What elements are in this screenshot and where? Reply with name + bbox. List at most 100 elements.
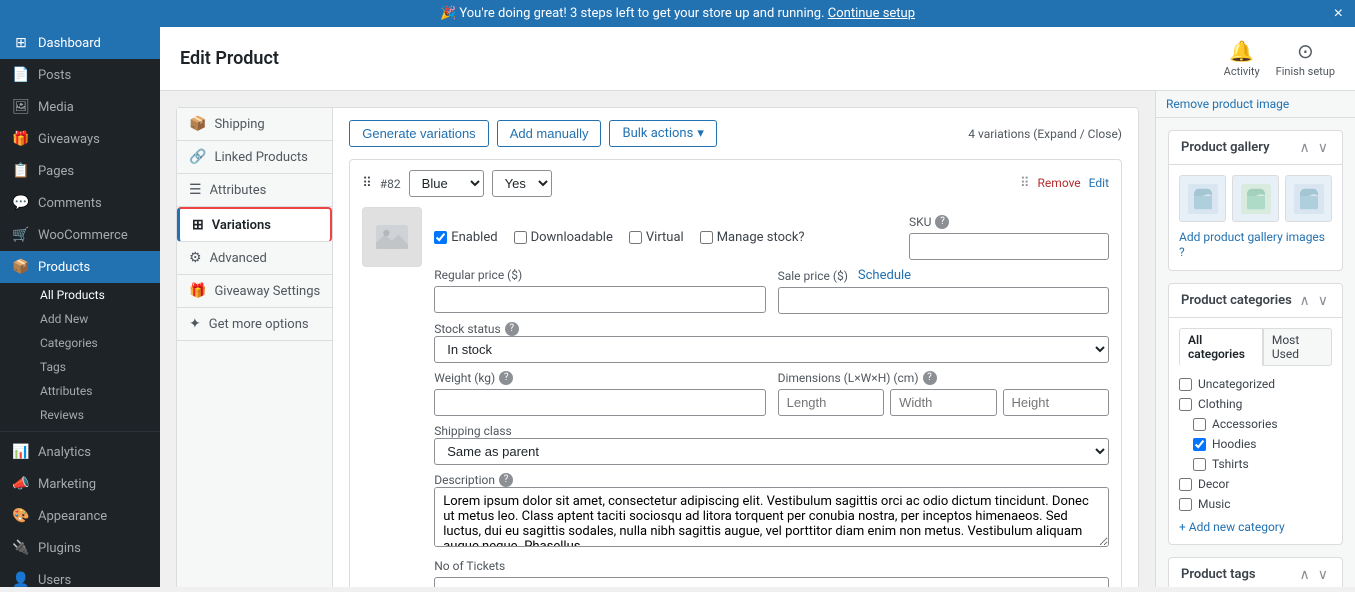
length-input[interactable] [778,389,884,416]
shipping-class-select[interactable]: Same as parent Flat rate [434,438,1109,465]
submenu-categories[interactable]: Categories [30,331,160,355]
stock-status-select[interactable]: In stock Out of stock [434,336,1109,363]
categories-close-button[interactable]: ∨ [1316,292,1330,309]
dimensions-inner [778,389,1109,416]
width-input[interactable] [890,389,996,416]
wp-layout: ⊞ Dashboard 📄 Posts 🖼 Media 🎁 Giveaways … [0,27,1355,587]
sidebar-item-products[interactable]: 📦 Products [0,251,160,283]
add-manually-button[interactable]: Add manually [497,120,602,147]
variation-number: #82 [380,177,401,191]
bulk-actions-dropdown[interactable]: Bulk actions ▾ [609,120,716,147]
categories-collapse-button[interactable]: ∧ [1298,292,1312,309]
notification-text: 🎉 You're doing great! 3 steps left to ge… [440,6,915,21]
tab-giveaway-settings[interactable]: 🎁 Giveaway Settings [177,275,332,308]
submenu-attributes[interactable]: Attributes [30,379,160,403]
tags-collapse-button[interactable]: ∧ [1298,566,1312,583]
sku-input[interactable]: woo-hoodie-blue-logo [909,233,1109,260]
finish-setup-button[interactable]: ⊙ Finish setup [1276,39,1335,78]
tab-more-options[interactable]: ✦ Get more options [177,308,332,341]
manage-stock-checkbox[interactable] [700,231,713,244]
gallery-thumb-1[interactable] [1179,175,1226,222]
submenu-add-new[interactable]: Add New [30,307,160,331]
variation-status-select[interactable]: Yes No [492,170,552,197]
remove-variation-link[interactable]: Remove [1038,176,1081,191]
schedule-link[interactable]: Schedule [858,268,911,283]
category-hoodies-checkbox[interactable] [1193,438,1206,451]
main-content: Edit Product 🔔 Activity ⊙ Finish setup [160,27,1355,587]
virtual-checkbox[interactable] [629,231,642,244]
regular-price-input[interactable]: 45 [434,286,765,313]
sidebar-item-users[interactable]: 👤 Users [0,564,160,587]
gallery-thumb-3[interactable] [1285,175,1332,222]
variation-color-select[interactable]: Blue Green Red [409,170,484,197]
downloadable-checkbox-label[interactable]: Downloadable [514,230,613,245]
header-actions: 🔔 Activity ⊙ Finish setup [1224,39,1335,78]
sale-price-input[interactable] [778,287,1109,314]
sidebar-item-marketing[interactable]: 📣 Marketing [0,468,160,500]
variation-actions: ⠿ Remove Edit [1020,176,1109,191]
remove-product-image-link[interactable]: Remove product image [1156,91,1355,118]
sidebar-item-giveaways[interactable]: 🎁 Giveaways [0,123,160,155]
manage-stock-checkbox-label[interactable]: Manage stock? [700,230,805,245]
variation-header: ⠿ #82 Blue Green Red Yes No [362,170,1109,197]
activity-button[interactable]: 🔔 Activity [1224,39,1260,78]
sidebar-item-media[interactable]: 🖼 Media [0,91,160,123]
sidebar-item-dashboard[interactable]: ⊞ Dashboard [0,27,160,59]
tab-variations[interactable]: ⊞ Variations [177,207,332,242]
gallery-close-button[interactable]: ∨ [1316,139,1330,156]
category-uncategorized-checkbox[interactable] [1179,378,1192,391]
sidebar-item-woocommerce[interactable]: 🛒 WooCommerce [0,219,160,251]
generate-variations-button[interactable]: Generate variations [349,120,488,147]
height-input[interactable] [1003,389,1109,416]
tab-advanced[interactable]: ⚙ Advanced [177,242,332,275]
category-accessories-checkbox[interactable] [1193,418,1206,431]
gallery-collapse-button[interactable]: ∧ [1298,139,1312,156]
weight-input[interactable] [434,389,765,416]
enabled-checkbox-label[interactable]: Enabled [434,230,497,245]
enabled-checkbox[interactable] [434,231,447,244]
notification-close-button[interactable]: × [1334,5,1343,23]
tab-content-area: Generate variations Add manually Bulk ac… [333,108,1138,587]
weight-label: Weight (kg) ? [434,371,765,385]
weight-help-icon: ? [499,371,513,385]
category-music-checkbox[interactable] [1179,498,1192,511]
add-gallery-link[interactable]: Add product gallery images ? [1179,230,1325,259]
tags-close-button[interactable]: ∨ [1316,566,1330,583]
sidebar-item-comments[interactable]: 💬 Comments [0,187,160,219]
sidebar-item-analytics[interactable]: 📊 Analytics [0,436,160,468]
giveaways-icon: 🎁 [12,131,30,147]
variation-image[interactable] [362,207,422,267]
sidebar-item-pages[interactable]: 📋 Pages [0,155,160,187]
tab-linked-products[interactable]: 🔗 Linked Products [177,141,332,174]
tab-attributes[interactable]: ☰ Attributes [177,174,332,207]
edit-variation-link[interactable]: Edit [1089,176,1109,191]
no-tickets-input[interactable]: 2 [434,577,1109,587]
description-textarea[interactable]: Lorem ipsum dolor sit amet, consectetur … [434,487,1109,547]
users-icon: 👤 [12,572,30,587]
submenu-all-products[interactable]: All Products [30,283,160,307]
all-categories-tab[interactable]: All categories [1179,328,1263,366]
finish-setup-icon: ⊙ [1297,39,1314,63]
submenu-tags[interactable]: Tags [30,355,160,379]
content-wrapper: 📦 Shipping 🔗 Linked Products ☰ Attribute… [160,91,1355,587]
category-clothing-checkbox[interactable] [1179,398,1192,411]
continue-setup-link[interactable]: Continue setup [828,6,915,21]
submenu-reviews[interactable]: Reviews [30,403,160,427]
category-decor: Decor [1179,474,1332,494]
sidebar-item-posts[interactable]: 📄 Posts [0,59,160,91]
tab-shipping[interactable]: 📦 Shipping [177,108,332,141]
category-tshirts-checkbox[interactable] [1193,458,1206,471]
add-new-category-link[interactable]: + Add new category [1179,520,1332,534]
sku-label: SKU ? [909,215,1109,229]
product-tabs-layout: 📦 Shipping 🔗 Linked Products ☰ Attribute… [176,107,1139,587]
most-used-tab[interactable]: Most Used [1263,328,1332,366]
downloadable-checkbox[interactable] [514,231,527,244]
virtual-checkbox-label[interactable]: Virtual [629,230,684,245]
category-decor-checkbox[interactable] [1179,478,1192,491]
sidebar-item-appearance[interactable]: 🎨 Appearance [0,500,160,532]
gallery-thumb-2[interactable] [1232,175,1279,222]
variation-fields-container: Enabled Downloadable Virtu [434,207,1109,587]
drag-handle-icon[interactable]: ⠿ [362,176,372,191]
sidebar-item-plugins[interactable]: 🔌 Plugins [0,532,160,564]
marketing-icon: 📣 [12,476,30,492]
